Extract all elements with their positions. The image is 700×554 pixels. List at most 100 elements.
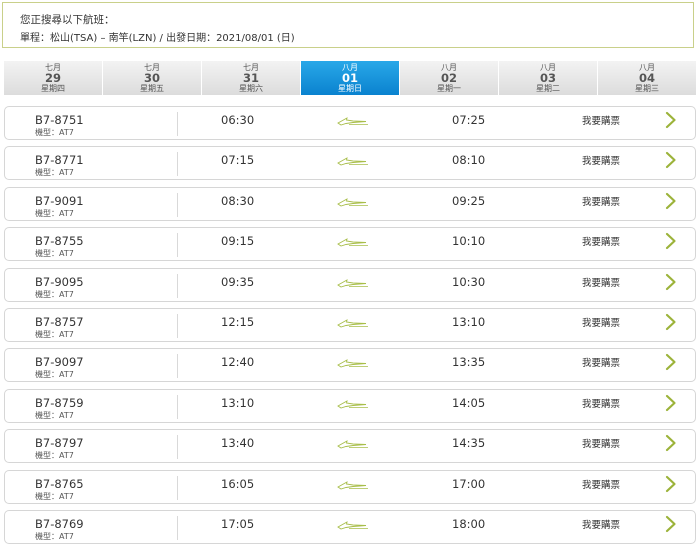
aircraft-type: 機型：AT7 (35, 128, 74, 137)
flight-number: B7-9097 (35, 355, 84, 370)
flight-number: B7-8765 (35, 476, 84, 491)
flight-number: B7-8751 (35, 113, 84, 127)
buy-ticket-link[interactable]: 我要購票 (582, 436, 620, 450)
arrival-time: 10:30 (452, 274, 486, 289)
buy-ticket-link[interactable]: 我要購票 (582, 315, 620, 329)
date-tab[interactable]: 七月 31 星期六 (202, 61, 301, 95)
flight-row[interactable]: B7-8757 機型：AT7 12:15 13:10 我要購票 (4, 307, 696, 342)
chevron-right-icon[interactable] (665, 192, 677, 210)
buy-ticket-link[interactable]: 我要購票 (582, 153, 620, 167)
airplane-icon (337, 521, 368, 530)
aircraft-type: 機型：AT7 (35, 208, 74, 218)
flight-row[interactable]: B7-8755 機型：AT7 09:15 10:10 我要購票 (4, 227, 696, 262)
arrival-time: 08:10 (452, 153, 486, 168)
flight-number: B7-9091 (35, 193, 84, 208)
flight-number: B7-9095 (35, 274, 84, 289)
buy-ticket-link[interactable]: 我要購票 (582, 194, 620, 208)
row-divider (177, 313, 178, 338)
flight-row[interactable]: B7-8751 機型：AT7 06:30 07:25 我要購票 (4, 106, 696, 140)
flight-row[interactable]: B7-8797 機型：AT7 13:40 14:35 我要購票 (4, 429, 696, 464)
aircraft-type: 機型：AT7 (35, 329, 74, 339)
airplane-icon (337, 319, 368, 328)
flight-number: B7-8757 (35, 314, 84, 329)
airplane-icon (337, 117, 368, 126)
aircraft-type: 機型：AT7 (35, 370, 74, 380)
buy-ticket-link[interactable]: 我要購票 (582, 396, 620, 410)
flight-row[interactable]: B7-8771 機型：AT7 07:15 08:10 我要購票 (4, 146, 696, 181)
buy-ticket-link[interactable]: 我要購票 (582, 234, 620, 248)
departure-time: 09:35 (221, 274, 255, 289)
airplane-icon (337, 399, 368, 409)
buy-ticket-link[interactable]: 我要購票 (582, 477, 620, 491)
search-summary-title: 您正搜尋以下航班： (20, 14, 115, 26)
date-tab-day: 01 (341, 71, 358, 85)
departure-time: 09:15 (221, 234, 255, 249)
date-selector: 七月 29 星期四 七月 30 星期五 七月 31 星期六 八月 01 星期日 八月 02 星期一 八月 03 星… (4, 61, 696, 95)
date-tab[interactable]: 八月 03 星期二 (499, 61, 598, 95)
chevron-right-icon[interactable] (665, 434, 677, 452)
flight-row[interactable]: B7-9095 機型：AT7 09:35 10:30 我要購票 (4, 267, 696, 302)
arrival-time: 14:05 (452, 395, 486, 410)
flight-row[interactable]: B7-8759 機型：AT7 13:10 14:05 我要購票 (4, 388, 696, 423)
date-tab[interactable]: 七月 30 星期五 (103, 61, 202, 95)
date-tab[interactable]: 八月 04 星期三 (598, 61, 696, 95)
departure-time: 13:40 (221, 436, 255, 451)
chevron-right-icon[interactable] (665, 515, 677, 533)
buy-ticket-link[interactable]: 我要購票 (582, 355, 620, 369)
chevron-right-icon[interactable] (665, 151, 677, 169)
flight-list: B7-8751 機型：AT7 06:30 07:25 我要購票 B7-8771 機型：A… (4, 106, 696, 550)
arrival-time: 13:35 (452, 355, 486, 370)
flight-row[interactable]: B7-8769 機型：AT7 17:05 18:00 我要購票 (4, 509, 696, 544)
aircraft-type: 機型：AT7 (35, 410, 74, 420)
buy-ticket-link[interactable]: 我要購票 (582, 113, 620, 127)
arrival-time: 13:10 (452, 314, 486, 329)
arrival-time: 17:00 (452, 476, 486, 491)
date-tab-weekday: 星期日 (338, 84, 362, 93)
search-summary-route: 單程：松山(TSA) – 南竿(LZN) / 出發日期：2021/08/01 (… (20, 33, 295, 44)
aircraft-type: 機型：AT7 (35, 491, 74, 501)
airplane-icon (337, 359, 368, 368)
row-divider (177, 112, 178, 136)
chevron-right-icon[interactable] (665, 111, 677, 129)
arrival-time: 14:35 (452, 436, 486, 451)
chevron-right-icon[interactable] (665, 313, 677, 331)
date-tab[interactable]: 八月 01 星期日 (301, 61, 400, 95)
chevron-right-icon[interactable] (665, 475, 677, 493)
buy-ticket-link[interactable]: 我要購票 (582, 275, 620, 289)
row-divider (177, 192, 178, 217)
date-tab-weekday: 星期五 (140, 84, 164, 93)
airplane-icon (337, 480, 368, 490)
flight-row[interactable]: B7-9091 機型：AT7 08:30 09:25 我要購票 (4, 186, 696, 221)
chevron-right-icon[interactable] (665, 273, 677, 291)
aircraft-type: 機型：AT7 (35, 531, 74, 541)
airplane-icon (337, 238, 368, 247)
departure-time: 08:30 (221, 193, 255, 208)
flight-number: B7-8797 (35, 436, 84, 451)
flight-number: B7-8755 (35, 234, 84, 249)
flight-row[interactable]: B7-8765 機型：AT7 16:05 17:00 我要購票 (4, 469, 696, 504)
flight-number: B7-8771 (35, 153, 84, 168)
date-tab[interactable]: 八月 02 星期一 (400, 61, 499, 95)
row-divider (177, 475, 178, 500)
arrival-time: 10:10 (452, 234, 486, 249)
date-tab-weekday: 星期六 (239, 84, 263, 93)
buy-ticket-link[interactable]: 我要購票 (582, 517, 620, 531)
flight-number: B7-8759 (35, 395, 84, 410)
arrival-time: 09:25 (452, 193, 486, 208)
flight-number: B7-8769 (35, 516, 84, 531)
aircraft-type: 機型：AT7 (35, 168, 74, 178)
chevron-right-icon[interactable] (665, 353, 677, 371)
departure-time: 17:05 (221, 516, 255, 531)
date-tab-day: 04 (638, 71, 655, 85)
chevron-right-icon[interactable] (665, 232, 677, 250)
departure-time: 13:10 (221, 395, 255, 410)
airplane-icon (337, 157, 368, 166)
airplane-icon (337, 197, 368, 207)
chevron-right-icon[interactable] (665, 394, 677, 412)
aircraft-type: 機型：AT7 (35, 249, 74, 259)
departure-time: 12:40 (221, 355, 255, 370)
date-tab[interactable]: 七月 29 星期四 (4, 61, 103, 95)
row-divider (177, 233, 178, 258)
arrival-time: 07:25 (452, 113, 486, 127)
flight-row[interactable]: B7-9097 機型：AT7 12:40 13:35 我要購票 (4, 348, 696, 383)
